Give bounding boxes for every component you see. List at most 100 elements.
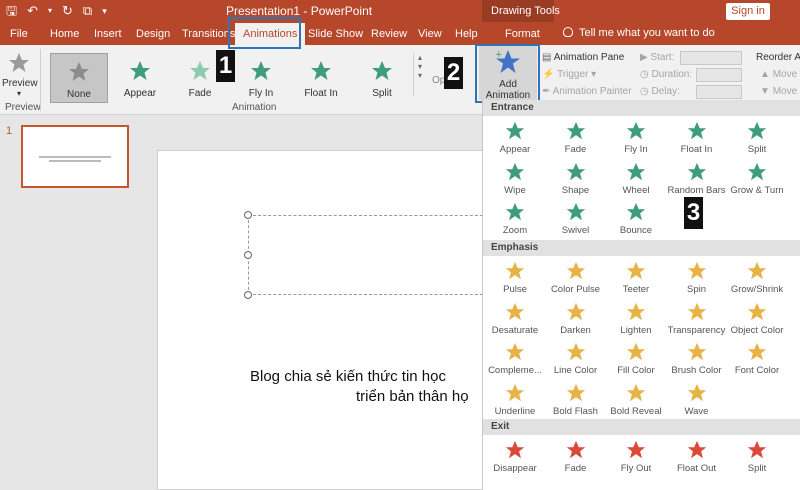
preview-button[interactable]: Preview ▾ xyxy=(2,51,38,99)
delay-input[interactable] xyxy=(696,85,742,99)
duration-input[interactable] xyxy=(696,68,742,82)
effect-emphasis-transparency[interactable]: Transparency xyxy=(667,301,727,341)
gallery-scroll[interactable]: ▴ ▾ ▾ xyxy=(413,53,426,97)
effect-emphasis-brush-color[interactable]: Brush Color xyxy=(667,341,727,381)
effect-entrance-split[interactable]: Split xyxy=(727,120,787,160)
effect-emphasis-lighten[interactable]: Lighten xyxy=(606,301,666,341)
color-pulse-star-icon xyxy=(566,261,585,280)
effect-label: Compleme... xyxy=(488,365,542,376)
effect-entrance-bounce[interactable]: Bounce xyxy=(606,201,666,241)
darken-star-icon xyxy=(566,302,585,320)
effect-label: Transparency xyxy=(667,324,726,336)
effect-emphasis-spin[interactable]: Spin xyxy=(667,260,727,300)
redo-icon[interactable]: ↻ xyxy=(62,3,73,19)
undo-icon[interactable]: ↶ xyxy=(27,3,38,19)
move-later-button[interactable]: ▼ Move L xyxy=(760,86,800,97)
resize-handle[interactable] xyxy=(244,291,252,299)
effect-label: Float In xyxy=(680,144,713,155)
effect-emphasis-color-pulse[interactable]: Color Pulse xyxy=(546,260,606,300)
gallery-scroll-up-icon[interactable]: ▴ xyxy=(414,53,426,62)
quick-access-toolbar: 🖫 ↶ ▾ ↻ ⧉ ▾ xyxy=(6,3,107,19)
customize-qat-icon[interactable]: ▾ xyxy=(102,3,107,19)
selected-shape[interactable] xyxy=(248,215,488,295)
effect-emphasis-teeter[interactable]: Teeter xyxy=(606,260,666,300)
gallery-none[interactable]: None xyxy=(50,53,108,103)
effect-label: Wave xyxy=(684,405,709,417)
undo-dropdown-icon[interactable]: ▾ xyxy=(48,3,52,19)
tab-review[interactable]: Review xyxy=(371,28,407,40)
effect-entrance-wipe[interactable]: Wipe xyxy=(485,161,545,201)
save-icon[interactable]: 🖫 xyxy=(6,3,17,19)
effect-emphasis-bold-flash[interactable]: Bold Flash xyxy=(546,382,606,422)
tab-home[interactable]: Home xyxy=(50,28,79,40)
gallery-float-in[interactable]: Float In xyxy=(292,53,350,103)
resize-handle[interactable] xyxy=(244,211,252,219)
effect-label: Split xyxy=(747,463,767,474)
effect-emphasis-font-color[interactable]: Font Color xyxy=(727,341,787,381)
effect-entrance-wheel[interactable]: Wheel xyxy=(606,161,666,201)
start-label: ▶ Start: xyxy=(640,52,674,63)
grow-shrink-star-icon xyxy=(747,261,767,280)
effect-emphasis-line-color[interactable]: Line Color xyxy=(546,341,606,381)
exit-header: Exit xyxy=(483,419,800,435)
step-marker-2: 2 xyxy=(444,57,463,89)
effect-exit-float-out[interactable]: Float Out xyxy=(667,439,727,479)
tab-design[interactable]: Design xyxy=(136,28,170,40)
tab-help[interactable]: Help xyxy=(455,28,478,40)
effect-entrance-float-in[interactable]: Float In xyxy=(667,120,727,160)
resize-handle[interactable] xyxy=(244,251,252,259)
effect-entrance-grow-turn[interactable]: Grow & Turn xyxy=(727,161,787,201)
effect-entrance-swivel[interactable]: Swivel xyxy=(546,201,606,241)
gallery-label: Split xyxy=(372,88,392,99)
tell-me-search[interactable]: Tell me what you want to do xyxy=(563,27,715,39)
effect-entrance-zoom[interactable]: Zoom xyxy=(485,201,545,241)
present-from-beginning-icon[interactable]: ⧉ xyxy=(83,3,92,19)
tab-slide-show[interactable]: Slide Show xyxy=(308,28,363,40)
delay-icon: ◷ xyxy=(640,86,652,97)
effect-entrance-fade[interactable]: Fade xyxy=(546,120,606,160)
tab-format[interactable]: Format xyxy=(505,28,540,40)
effect-entrance-shape[interactable]: Shape xyxy=(546,161,606,201)
effect-entrance-appear[interactable]: Appear xyxy=(485,120,545,160)
effect-label: Lighten xyxy=(620,324,652,336)
effect-label: Line Color xyxy=(553,365,598,376)
effect-emphasis-fill-color[interactable]: Fill Color xyxy=(606,341,666,381)
effect-exit-fly-out[interactable]: Fly Out xyxy=(606,439,666,479)
effect-emphasis-bold-reveal[interactable]: Bold Reveal xyxy=(606,382,666,422)
effect-emphasis-desaturate[interactable]: Desaturate xyxy=(485,301,545,341)
effect-exit-split[interactable]: Split xyxy=(727,439,787,479)
effect-exit-fade[interactable]: Fade xyxy=(546,439,606,479)
tab-view[interactable]: View xyxy=(418,28,442,40)
animation-pane-button[interactable]: ▤ Animation Pane xyxy=(542,52,624,63)
step-marker-1: 1 xyxy=(216,50,235,82)
effect-label: Fly Out xyxy=(620,463,652,474)
preview-dropdown-icon: ▾ xyxy=(16,89,21,98)
effect-exit-disappear[interactable]: Disappear xyxy=(485,439,545,479)
start-select[interactable] xyxy=(680,51,742,65)
effect-emphasis-grow-shrink[interactable]: Grow/Shrink xyxy=(727,260,787,300)
effect-entrance-fly-in[interactable]: Fly In xyxy=(606,120,666,160)
animation-painter-button[interactable]: ✒ Animation Painter xyxy=(542,86,632,97)
effect-emphasis-pulse[interactable]: Pulse xyxy=(485,260,545,300)
tab-insert[interactable]: Insert xyxy=(94,28,122,40)
gallery-appear[interactable]: Appear xyxy=(111,53,169,103)
object-color-star-icon xyxy=(747,302,767,320)
effect-emphasis-darken[interactable]: Darken xyxy=(546,301,606,341)
effect-entrance-random-bars[interactable]: Random Bars xyxy=(667,161,727,201)
slide-thumbnail[interactable] xyxy=(21,125,129,188)
effect-emphasis-object-color[interactable]: Object Color xyxy=(727,301,787,341)
gallery-more-icon[interactable]: ▾ xyxy=(414,71,426,80)
sign-in-button[interactable]: Sign in xyxy=(726,3,770,20)
slide-canvas[interactable] xyxy=(157,150,487,490)
gallery-split[interactable]: Split xyxy=(353,53,411,103)
effect-emphasis-compleme[interactable]: Compleme... xyxy=(485,341,545,381)
tab-file[interactable]: File xyxy=(10,28,28,40)
gallery-scroll-down-icon[interactable]: ▾ xyxy=(414,62,426,71)
effect-emphasis-underline[interactable]: Underline xyxy=(485,382,545,422)
trigger-button[interactable]: ⚡ Trigger ▾ xyxy=(542,69,596,80)
gallery-fly-in[interactable]: Fly In xyxy=(232,53,290,103)
effect-emphasis-wave[interactable]: Wave xyxy=(667,382,727,422)
move-earlier-button[interactable]: ▲ Move E xyxy=(760,69,800,80)
ribbon-tabs: File Home Insert Design Transitions Anim… xyxy=(0,22,800,45)
add-animation-highlight xyxy=(475,44,540,103)
